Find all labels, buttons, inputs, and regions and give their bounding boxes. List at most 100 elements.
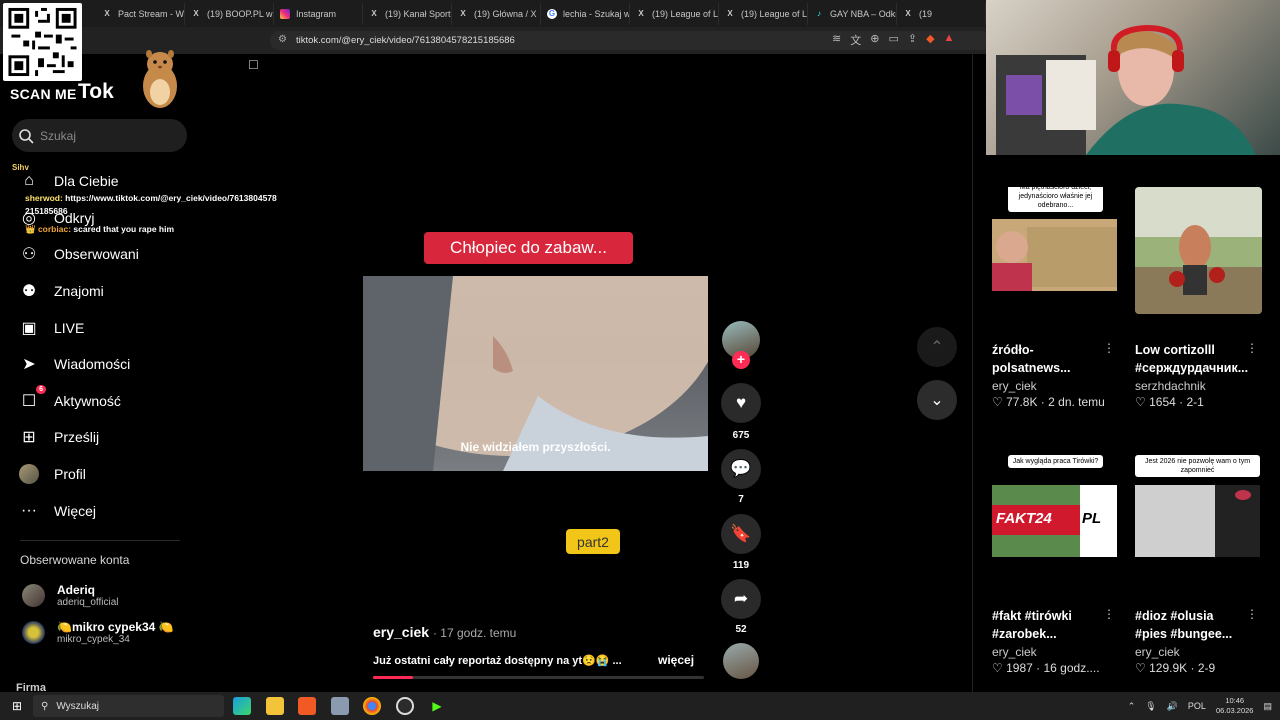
video-caption[interactable]: #fakt #tirówki #zarobek...	[992, 607, 1102, 643]
related-video-card[interactable]: Jak wygląda praca Tirówki? FAKT24 PL #fakt …	[992, 453, 1119, 675]
fakt-pl-logo: PL	[1082, 510, 1102, 527]
video-caption[interactable]: #dioz #olusia #pies #bungee...	[1135, 607, 1245, 643]
video-progress-bar[interactable]	[373, 676, 704, 679]
system-tray: ⌃ 🎙 🔊 POL 10:46 06.03.2026 ▤	[1128, 696, 1272, 716]
sidebar-item-label: Obserwowani	[54, 246, 139, 263]
zoom-icon[interactable]: ⊕	[870, 32, 879, 48]
tab-label: (19) League of Le	[652, 8, 719, 19]
browser-tab[interactable]: X (19) Kanał Sportc	[363, 2, 452, 25]
sidebar-nav: ⌂ Dla Ciebie ◎ Odkryj ⚇ Obserwowani ⚉ Znajomi ▣ L…	[18, 163, 139, 529]
browser-tab[interactable]: X (19	[897, 2, 986, 25]
search-bar[interactable]: Szukaj	[12, 119, 187, 152]
chevron-up-icon[interactable]: ⌃	[1128, 701, 1136, 712]
chat-message-cont: 215185686	[25, 206, 68, 216]
browser-tab[interactable]: X (19) BOOP.PL w s	[185, 2, 274, 25]
edge-icon[interactable]	[233, 697, 251, 715]
sidebar-item-upload[interactable]: ⊞ Prześlij	[18, 419, 139, 456]
browser-tab[interactable]: ♪ GAY NBA – Odkry	[808, 2, 897, 25]
rewards-icon[interactable]: ▲	[944, 32, 955, 48]
followed-account[interactable]: 🍋mikro cypek34 🍋 mikro_cypek_34	[22, 620, 174, 645]
explorer-icon[interactable]	[266, 697, 284, 715]
sidebar-item-messages[interactable]: ➤ Wiadomości	[18, 346, 139, 383]
thumbnail-caption: Jak wygląda praca Tirówki?	[1008, 455, 1103, 468]
video-subtitle: Nie widziałem przyszłości.	[460, 440, 611, 454]
channel-name[interactable]: ery_ciek	[992, 379, 1119, 393]
sidebar-item-live[interactable]: ▣ LIVE	[18, 309, 139, 346]
browser-tab[interactable]: Glechia - Szukaj w	[541, 2, 630, 25]
taskbar-search-text: Wyszukaj	[56, 700, 100, 712]
browser-tab[interactable]: X (19) League of Le	[719, 2, 808, 25]
video-thumbnail[interactable]: Jak wygląda praca Tirówki? FAKT24 PL	[992, 453, 1119, 580]
volume-icon[interactable]: 🔊	[1167, 701, 1178, 712]
bookmark-icon[interactable]: ☐	[248, 58, 259, 72]
next-video-button[interactable]: ⌄	[917, 380, 957, 420]
channel-name[interactable]: ery_ciek	[1135, 645, 1262, 659]
share-arrow-icon: ➦	[733, 589, 749, 608]
tab-label: GAY NBA – Odkry	[830, 8, 897, 19]
related-video-card[interactable]: Jest 2026 nie pozwolę wam o tym zapomnie…	[1135, 453, 1262, 675]
tiktok-logo[interactable]: Tok	[78, 80, 114, 104]
obs-icon[interactable]	[396, 697, 414, 715]
screen-icon[interactable]: ▭	[888, 32, 898, 48]
sidebar-item-profile[interactable]: Profil	[18, 456, 139, 493]
video-author[interactable]: ery_ciek · 17 godz. temu	[373, 624, 516, 640]
taskbar-search[interactable]: ⚲ Wyszukaj	[33, 695, 224, 717]
language-indicator[interactable]: POL	[1188, 701, 1206, 711]
tab-label: (19) Kanał Sportc	[385, 8, 452, 19]
reader-icon[interactable]: ≋	[832, 32, 841, 48]
chevron-up-icon: ⌃	[930, 339, 944, 356]
share-icon[interactable]: ⇪	[908, 32, 917, 48]
like-button[interactable]: ♥	[721, 383, 761, 423]
video-thumbnail[interactable]	[1135, 187, 1262, 314]
hamster-sticker-icon	[143, 50, 177, 108]
thumbnail-caption: Jest 2026 nie pozwolę wam o tym zapomnie…	[1135, 455, 1260, 477]
translate-icon[interactable]: 文	[850, 32, 861, 48]
video-caption[interactable]: źródło- polsatnews...	[992, 341, 1102, 377]
music-disc-icon[interactable]	[723, 643, 759, 679]
browser-tab[interactable]: X (19) League of Le	[630, 2, 719, 25]
video-player[interactable]: Nie widziałem przyszłości.	[363, 276, 708, 471]
more-options-icon[interactable]: ⋮	[1246, 341, 1258, 355]
browser-tab[interactable]: ◎ Instagram	[274, 2, 363, 25]
save-button[interactable]: 🔖	[721, 514, 761, 554]
heart-outline-icon: ♡	[1135, 395, 1146, 409]
kick-icon[interactable]: ▶	[428, 697, 446, 715]
notifications-icon[interactable]: ▤	[1263, 701, 1272, 712]
more-options-icon[interactable]: ⋮	[1103, 341, 1115, 355]
share-button[interactable]: ➦	[721, 579, 761, 619]
windows-start-icon[interactable]: ⊞	[8, 697, 26, 715]
related-video-card[interactable]: Ma piętnaściorо dzieci, jedynaściorо wła…	[992, 187, 1119, 409]
channel-name[interactable]: serzhdachnik	[1135, 379, 1262, 393]
clock[interactable]: 10:46 06.03.2026	[1216, 696, 1254, 716]
video-thumbnail[interactable]: Jest 2026 nie pozwolę wam o tym zapomnie…	[1135, 453, 1262, 580]
sidebar-item-more[interactable]: ··· Więcej	[18, 492, 139, 529]
chrome-icon[interactable]	[363, 697, 381, 715]
channel-name[interactable]: ery_ciek	[992, 645, 1119, 659]
browser-tab[interactable]: X Pact Stream - Wa	[96, 2, 185, 25]
brave-shield-icon[interactable]: ◆	[926, 32, 934, 48]
tab-label: (19) Główna / X	[474, 8, 537, 19]
more-options-icon[interactable]: ⋮	[1103, 607, 1115, 621]
more-button[interactable]: więcej	[658, 653, 694, 667]
video-caption[interactable]: Low cortizolll #серждурдачник...	[1135, 341, 1248, 377]
previous-video-button[interactable]: ⌃	[917, 327, 957, 367]
site-settings-icon[interactable]: ⚙	[278, 34, 287, 45]
comment-button[interactable]: 💬	[721, 449, 761, 489]
follow-plus-icon[interactable]: +	[732, 351, 750, 369]
video-thumbnail[interactable]: Ma piętnaściorо dzieci, jedynaściorо wła…	[992, 187, 1119, 314]
browser-tab[interactable]: X (19) Główna / X	[452, 2, 541, 25]
followed-account[interactable]: Aderiq aderiq_official	[22, 583, 119, 608]
sidebar-item-friends[interactable]: ⚉ Znajomi	[18, 273, 139, 310]
sidebar-item-following[interactable]: ⚇ Obserwowani	[18, 236, 139, 273]
microphone-icon[interactable]: 🎙	[1145, 701, 1156, 712]
app-icon[interactable]	[331, 697, 349, 715]
related-video-card[interactable]: Low cortizolll #серждурдачник... ⋮ serzhda…	[1135, 187, 1262, 409]
tab-label: (19) BOOP.PL w s	[207, 8, 274, 19]
upload-icon: ⊞	[22, 429, 36, 447]
more-options-icon[interactable]: ⋮	[1246, 607, 1258, 621]
brave-icon[interactable]	[298, 697, 316, 715]
sidebar-item-label: Profil	[54, 466, 86, 483]
avatar	[22, 621, 45, 644]
video-stats: ♡ 129.9K · 2-9	[1135, 661, 1216, 675]
sidebar-item-activity[interactable]: ☐ 6 Aktywność	[18, 383, 139, 420]
